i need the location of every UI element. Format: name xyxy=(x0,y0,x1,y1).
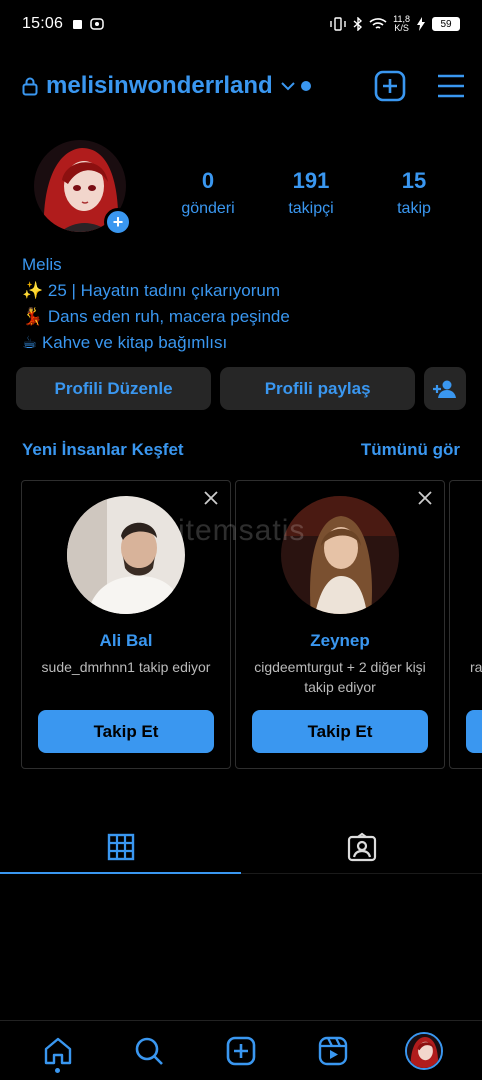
menu-icon[interactable] xyxy=(436,73,466,99)
reels-icon xyxy=(318,1036,347,1065)
stat-posts[interactable]: 0 gönderi xyxy=(160,168,256,218)
follow-button[interactable]: Takip Et xyxy=(252,710,428,753)
tab-grid[interactable] xyxy=(0,820,241,874)
stat-following[interactable]: 15 takip xyxy=(366,168,462,218)
grid-icon xyxy=(107,833,134,860)
suggestion-subtitle: sude_dmrhnn1 takip ediyor xyxy=(41,659,211,675)
bio-line: 💃 Dans eden ruh, macera peşinde xyxy=(22,307,290,326)
chevron-down-icon[interactable] xyxy=(281,81,295,91)
profile-bio: Melis ✨ 25 | Hayatın tadını çıkarıyorum … xyxy=(22,252,460,356)
close-icon[interactable] xyxy=(418,491,432,505)
discover-title: Yeni İnsanlar Keşfet xyxy=(22,440,184,459)
discover-header: Yeni İnsanlar Keşfet Tümünü gör xyxy=(22,440,460,460)
nav-create[interactable] xyxy=(217,1027,265,1075)
search-icon xyxy=(136,1037,164,1065)
home-icon xyxy=(44,1037,71,1064)
bio-line: ☕ Kahve ve kitap bağımlısı xyxy=(22,333,228,352)
media-icon xyxy=(90,18,104,30)
bluetooth-icon xyxy=(353,17,363,31)
status-time: 15:06 xyxy=(22,15,64,32)
suggestion-card[interactable]: ra xyxy=(449,480,482,769)
tagged-icon xyxy=(347,832,376,861)
profile-name: Melis xyxy=(22,255,62,274)
discover-people-button[interactable] xyxy=(424,367,466,410)
suggestion-name[interactable]: Ali Bal xyxy=(22,631,230,651)
profile-avatar-wrap[interactable]: + xyxy=(34,140,132,236)
suggestion-name[interactable]: Zeynep xyxy=(236,631,444,651)
profile-content-tabs xyxy=(0,820,482,874)
follow-button[interactable] xyxy=(466,710,482,753)
share-profile-button[interactable]: Profili paylaş xyxy=(220,367,416,410)
suggestion-avatar[interactable] xyxy=(67,496,185,614)
nav-profile[interactable] xyxy=(400,1027,448,1075)
bottom-navigation xyxy=(0,1020,482,1080)
nav-reels[interactable] xyxy=(309,1027,357,1075)
stat-posts-count: 0 xyxy=(201,168,215,193)
lock-icon xyxy=(22,77,38,96)
tab-tagged[interactable] xyxy=(241,820,482,873)
nav-home[interactable] xyxy=(34,1027,82,1075)
profile-stats: 0 gönderi 191 takipçi 15 takip xyxy=(160,168,462,218)
notification-dot xyxy=(300,81,311,91)
net-speed-unit: K/S xyxy=(394,23,409,33)
nav-search[interactable] xyxy=(125,1027,173,1075)
stat-followers[interactable]: 191 takipçi xyxy=(263,168,359,218)
profile-top-bar: melisinwonderrland xyxy=(22,62,466,110)
wifi-icon xyxy=(369,18,387,29)
edit-profile-button[interactable]: Profili Düzenle xyxy=(16,367,212,410)
see-all-link[interactable]: Tümünü gör xyxy=(361,440,460,460)
battery-indicator: 59 xyxy=(432,17,460,31)
suggestion-subtitle: cigdeemturgut + 2 diğer kişi takip ediyo… xyxy=(254,659,426,695)
account-username[interactable]: melisinwonderrland xyxy=(46,72,273,100)
charging-icon xyxy=(417,17,425,31)
stat-followers-count: 191 xyxy=(292,168,330,193)
watermark: itemsatis xyxy=(178,514,306,547)
close-icon[interactable] xyxy=(204,491,218,505)
stat-followers-label: takipçi xyxy=(288,200,334,217)
suggestion-subtitle: ra xyxy=(470,659,482,675)
add-story-button[interactable]: + xyxy=(104,208,132,236)
status-bar: 15:06 11,8 K/S 59 xyxy=(0,0,482,48)
vibrate-icon xyxy=(330,17,346,31)
stat-following-label: takip xyxy=(397,200,431,217)
add-person-icon xyxy=(433,380,457,398)
stat-posts-label: gönderi xyxy=(181,200,235,217)
profile-actions: Profili Düzenle Profili paylaş xyxy=(16,367,466,410)
net-speed: 11,8 K/S xyxy=(393,15,410,33)
home-indicator-dot xyxy=(55,1067,61,1073)
notification-square-icon xyxy=(73,19,83,29)
bio-line: ✨ 25 | Hayatın tadını çıkarıyorum xyxy=(22,281,281,300)
create-post-icon[interactable] xyxy=(374,70,406,102)
profile-avatar-small xyxy=(405,1031,444,1070)
create-icon xyxy=(226,1036,256,1065)
stat-following-count: 15 xyxy=(401,168,427,193)
follow-button[interactable]: Takip Et xyxy=(38,710,214,753)
